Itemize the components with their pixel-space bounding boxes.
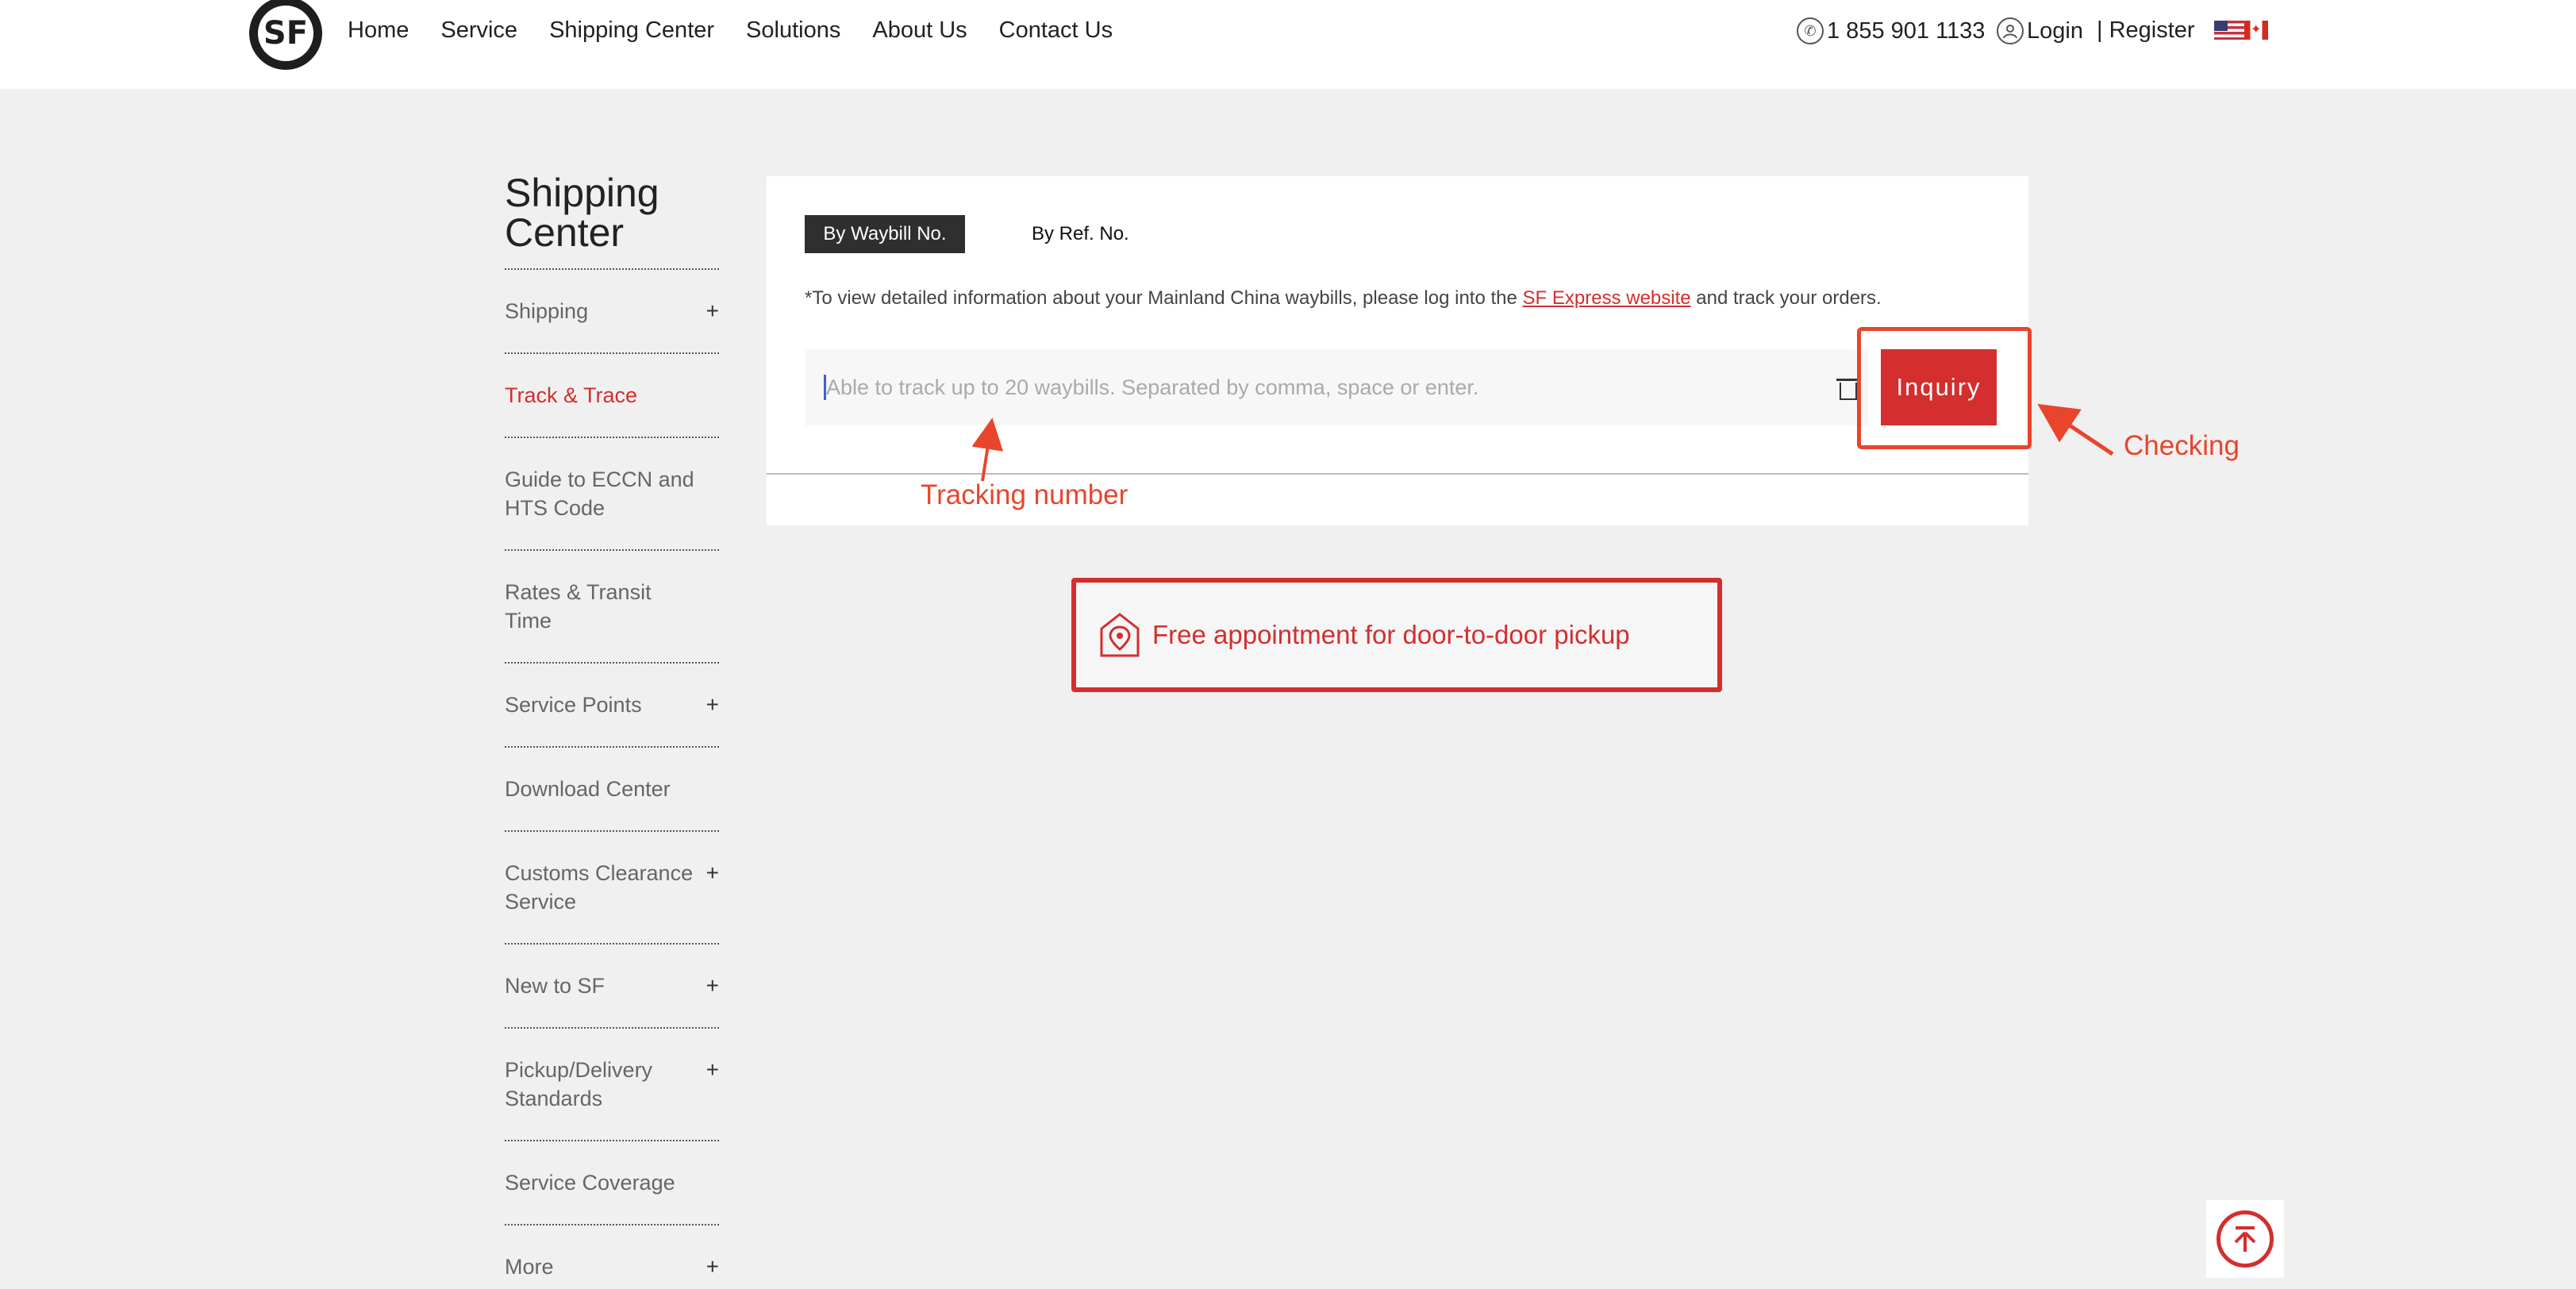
expand-icon[interactable]: + [706,972,719,1000]
sidebar-item-service-points[interactable]: Service Points + [505,664,719,748]
arrow-up-icon [2217,1210,2274,1268]
sidebar-item-label: New to SF [505,974,606,998]
back-to-top-button[interactable] [2206,1200,2284,1278]
sidebar-item-label: Service Coverage [505,1171,675,1195]
tab-by-ref[interactable]: By Ref. No. [1032,215,1129,253]
expand-icon[interactable]: + [706,691,719,719]
sidebar-item-label: Track & Trace [505,383,638,407]
expand-icon[interactable]: + [706,1056,719,1084]
sidebar-item-label: Rates & Transit Time [505,580,652,633]
canada-flag-icon [2244,21,2268,40]
nav-solutions[interactable]: Solutions [746,17,840,44]
sidebar-item-label: Shipping [505,299,589,323]
nav-home[interactable]: Home [348,17,409,44]
expand-icon[interactable]: + [706,297,719,325]
register-link[interactable]: | Register [2097,17,2195,44]
sidebar-item-label: Service Points [505,693,642,717]
trash-icon[interactable] [1836,376,1857,400]
notice-prefix: *To view detailed information about your… [805,287,1523,309]
sidebar-item-label: Guide to ECCN and HTS Code [505,468,694,520]
nav-shipping-center[interactable]: Shipping Center [549,17,714,44]
phone-icon: ✆ [1797,17,1824,44]
nav-contact-us[interactable]: Contact Us [999,17,1113,44]
us-flag-icon [2214,21,2244,40]
tracking-panel: By Waybill No. By Ref. No. *To view deta… [767,176,2028,525]
login-link[interactable]: Login [1997,17,2083,44]
sidebar-item-rates[interactable]: Rates & Transit Time [505,551,719,664]
sidebar-item-label: Pickup/Delivery Standards [505,1058,653,1110]
nav-service[interactable]: Service [440,17,517,44]
notice-suffix: and track your orders. [1690,287,1882,309]
inquiry-highlight-box [1857,327,2032,449]
sf-express-website-link[interactable]: SF Express website [1523,287,1691,309]
sidebar-item-shipping[interactable]: Shipping + [505,270,719,354]
tab-by-waybill[interactable]: By Waybill No. [805,215,965,253]
sidebar-item-label: Download Center [505,777,671,801]
main-nav: Home Service Shipping Center Solutions A… [348,17,1113,44]
sidebar-item-customs-clearance[interactable]: Customs Clearance Service + [505,832,719,945]
sidebar-item-service-coverage[interactable]: Service Coverage [505,1141,719,1226]
panel-divider [767,473,2028,475]
sidebar-item-eccn-hts[interactable]: Guide to ECCN and HTS Code [505,438,719,551]
sidebar-menu: Shipping + Track & Trace Guide to ECCN an… [505,268,719,1289]
promo-text: Free appointment for door-to-door pickup [1152,620,1630,649]
login-label: Login [2027,17,2083,44]
sidebar-title: Shipping Center [505,171,659,255]
tracking-search-box [805,349,1868,425]
sidebar-item-label: More [505,1255,554,1279]
tracking-number-input[interactable] [824,375,1776,400]
phone-number: 1 855 901 1133 [1827,17,1986,44]
sidebar-item-download-center[interactable]: Download Center [505,748,719,832]
user-icon [1997,17,2024,44]
arrow-to-inquiry [2037,403,2114,456]
sidebar-item-pickup-delivery[interactable]: Pickup/Delivery Standards + [505,1029,719,1141]
annotation-checking: Checking [2124,430,2240,461]
annotation-tracking-number: Tracking number [921,479,1128,510]
sidebar-item-more[interactable]: More + [505,1226,719,1289]
location-pin-icon [1100,613,1140,657]
sf-logo-mark: SF [258,6,313,61]
nav-about-us[interactable]: About Us [872,17,967,44]
site-header: SF Home Service Shipping Center Solution… [0,0,2576,89]
sf-logo[interactable]: SF [249,0,322,70]
region-selector[interactable] [2214,21,2268,40]
sidebar-item-new-to-sf[interactable]: New to SF + [505,945,719,1029]
sidebar-item-label: Customs Clearance Service [505,861,694,914]
phone-link[interactable]: ✆ 1 855 901 1133 [1797,17,1985,44]
sidebar-item-track-trace[interactable]: Track & Trace [505,354,719,438]
door-pickup-promo[interactable]: Free appointment for door-to-door pickup [1071,578,1722,692]
expand-icon[interactable]: + [706,859,719,887]
expand-icon[interactable]: + [706,1252,719,1281]
mainland-notice: *To view detailed information about your… [805,287,1882,310]
